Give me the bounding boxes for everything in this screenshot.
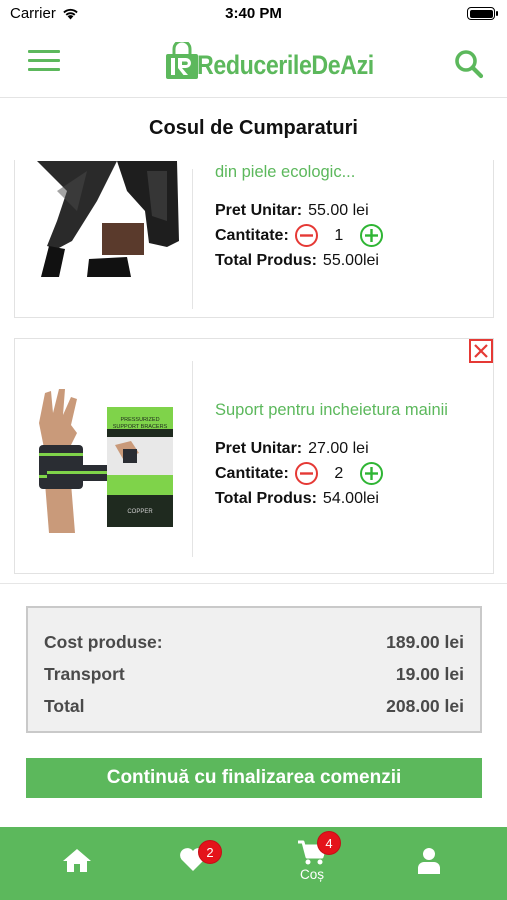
summary-products-value: 189.00 lei <box>386 632 464 652</box>
plus-icon <box>364 467 378 480</box>
status-time: 3:40 PM <box>225 5 282 22</box>
item-divider <box>192 169 193 309</box>
user-icon <box>418 848 440 874</box>
page-title: Cosul de Cumparaturi <box>149 117 358 139</box>
app-header: ReducerileDeAzi <box>0 28 507 98</box>
tab-cart-label: Coș <box>299 867 324 882</box>
tab-home[interactable] <box>32 827 122 900</box>
favorites-count-badge: 2 <box>198 840 222 864</box>
box-brand: COPPER <box>127 509 153 515</box>
unit-price-label: Pret Unitar: <box>215 439 303 457</box>
minus-icon <box>299 472 313 475</box>
decrease-quantity-button[interactable] <box>294 462 318 485</box>
total-value: 55.00lei <box>322 251 379 269</box>
increase-quantity-button[interactable] <box>359 462 383 485</box>
unit-price-row: Pret Unitar: 27.00 lei <box>215 436 485 461</box>
home-icon <box>63 849 91 872</box>
product-name-link[interactable]: din piele ecologic... <box>215 163 485 182</box>
app-logo[interactable]: ReducerileDeAzi <box>165 42 403 80</box>
total-value: 54.00lei <box>322 489 379 507</box>
total-label: Total Produs: <box>215 489 317 507</box>
tab-favorites[interactable]: 2 <box>148 827 238 900</box>
quantity-value: 2 <box>334 464 344 482</box>
unit-price-label: Pret Unitar: <box>215 201 303 219</box>
quantity-row: Cantitate: 2 <box>215 461 485 486</box>
order-summary: Cost produse: 189.00 lei Transport 19.00… <box>26 606 482 733</box>
summary-transport-value: 19.00 lei <box>395 664 464 684</box>
product-image: PRESSURIZED SUPPORT BRACERS COPPER <box>27 383 192 538</box>
box-text-2: SUPPORT BRACERS <box>113 424 168 430</box>
product-name-link[interactable]: Suport pentru incheietura mainii <box>215 401 485 420</box>
quantity-label: Cantitate: <box>215 226 289 244</box>
minus-icon <box>299 234 313 237</box>
total-label: Total Produs: <box>215 251 317 269</box>
battery-icon <box>467 7 498 20</box>
unit-price-row: Pret Unitar: 55.00 lei <box>215 198 485 223</box>
box-text-1: PRESSURIZED <box>120 417 159 423</box>
item-info: Suport pentru incheietura mainii Pret Un… <box>215 401 485 511</box>
item-divider <box>192 361 193 557</box>
summary-transport-label: Transport <box>44 664 125 684</box>
cart-count-badge: 4 <box>317 831 341 855</box>
total-row: Total Produs: 54.00lei <box>215 486 485 511</box>
quantity-label: Cantitate: <box>215 464 289 482</box>
status-bar: Carrier 3:40 PM <box>0 0 507 28</box>
quantity-row: Cantitate: 1 <box>215 223 485 248</box>
product-image <box>27 161 192 279</box>
plus-icon <box>364 229 378 242</box>
logo-text: ReducerileDeAzi <box>197 50 374 80</box>
summary-products-row: Cost produse: 189.00 lei <box>44 632 464 664</box>
tab-cart[interactable]: Coș 4 <box>267 827 357 900</box>
unit-price-value: 55.00 lei <box>308 201 369 219</box>
cart-item: din piele ecologic... Pret Unitar: 55.00… <box>14 160 494 318</box>
total-row: Total Produs: 55.00lei <box>215 248 485 273</box>
summary-products-label: Cost produse: <box>44 632 163 652</box>
summary-transport-row: Transport 19.00 lei <box>44 664 464 696</box>
cart-items-list[interactable]: din piele ecologic... Pret Unitar: 55.00… <box>0 160 507 584</box>
cart-item: PRESSURIZED SUPPORT BRACERS COPPER Supor… <box>14 338 494 574</box>
search-icon[interactable] <box>453 48 485 80</box>
quantity-value: 1 <box>334 226 344 244</box>
unit-price-value: 27.00 lei <box>308 439 369 457</box>
hamburger-menu-icon[interactable] <box>28 50 60 74</box>
remove-item-button[interactable] <box>469 339 493 363</box>
close-icon <box>474 344 488 358</box>
increase-quantity-button[interactable] <box>359 224 383 247</box>
shopping-bag-logo-icon <box>166 42 198 79</box>
summary-total-label: Total <box>44 696 85 716</box>
bottom-tab-bar: 2 Coș 4 <box>0 827 507 900</box>
item-info: din piele ecologic... Pret Unitar: 55.00… <box>215 163 485 273</box>
summary-total-row: Total 208.00 lei <box>44 696 464 728</box>
decrease-quantity-button[interactable] <box>294 224 318 247</box>
checkout-button[interactable]: Continuă cu finalizarea comenzii <box>26 758 482 798</box>
summary-total-value: 208.00 lei <box>386 696 464 716</box>
tab-account[interactable] <box>384 827 474 900</box>
